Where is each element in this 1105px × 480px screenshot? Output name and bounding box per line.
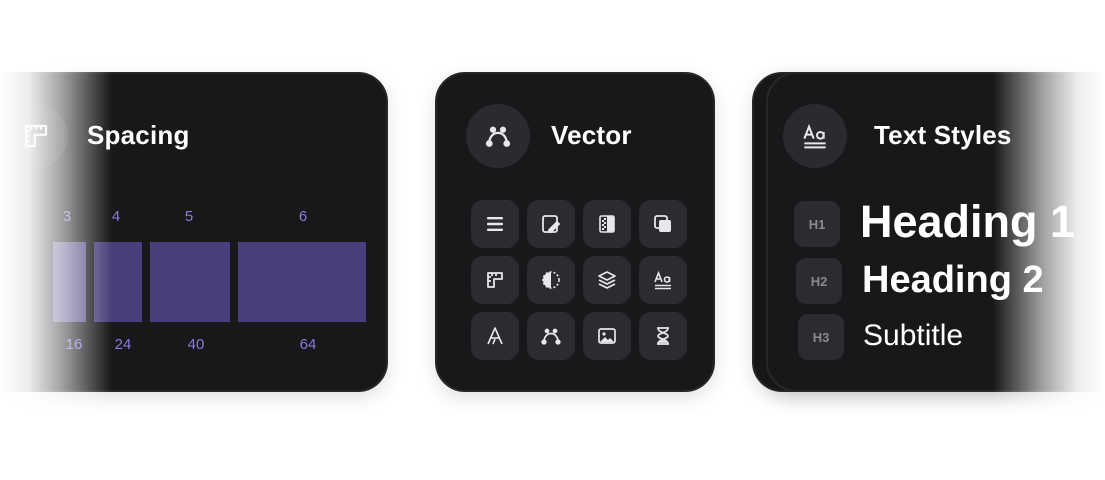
spacing-bottom-label: 16 — [65, 336, 83, 353]
font-icon[interactable] — [471, 312, 519, 360]
spacing-bar — [53, 242, 86, 322]
edit-fill-icon[interactable] — [527, 200, 575, 248]
card-title: Text Styles — [874, 120, 1012, 150]
ruler-icon — [4, 104, 68, 168]
vector-card[interactable]: Vector — [435, 72, 715, 392]
heading-1-sample[interactable]: Heading 1 — [860, 196, 1075, 248]
text-styles-card[interactable]: Text Styles H1 Heading 1 H2 Heading 2 H3… — [766, 72, 1105, 392]
spacing-bottom-label: 64 — [299, 336, 317, 353]
ruler-icon[interactable] — [471, 256, 519, 304]
heading-2-sample[interactable]: Heading 2 — [862, 259, 1044, 302]
heading-1-badge: H1 — [794, 201, 840, 247]
spacing-bar — [238, 242, 366, 322]
text-style-icon — [783, 104, 847, 168]
spacing-bar — [150, 242, 230, 322]
bezier-curve-icon — [466, 104, 530, 168]
spacing-top-label: 5 — [184, 208, 194, 225]
spacing-bar — [94, 242, 142, 322]
spacing-top-label: 4 — [111, 208, 121, 225]
layer-overlap-icon[interactable] — [639, 200, 687, 248]
align-justify-icon[interactable] — [471, 200, 519, 248]
spacing-top-label: 3 — [62, 208, 72, 225]
spacing-bottom-label: 40 — [187, 336, 205, 353]
image-icon[interactable] — [583, 312, 631, 360]
contrast-icon[interactable] — [527, 256, 575, 304]
heading-2-badge: H2 — [796, 258, 842, 304]
card-title: Spacing — [87, 120, 190, 150]
bezier-curve-icon[interactable] — [527, 312, 575, 360]
text-style-icon[interactable] — [639, 256, 687, 304]
subtitle-sample[interactable]: Subtitle — [863, 319, 963, 353]
gradient-icon[interactable] — [583, 200, 631, 248]
spacing-bottom-label: 24 — [114, 336, 132, 353]
layers-icon[interactable] — [583, 256, 631, 304]
card-title: Vector — [551, 120, 632, 150]
spacing-card[interactable]: Spacing 3 4 5 6 16 24 40 64 — [0, 72, 388, 392]
spacing-top-label: 6 — [298, 208, 308, 225]
hourglass-icon[interactable] — [639, 312, 687, 360]
heading-3-badge: H3 — [798, 314, 844, 360]
